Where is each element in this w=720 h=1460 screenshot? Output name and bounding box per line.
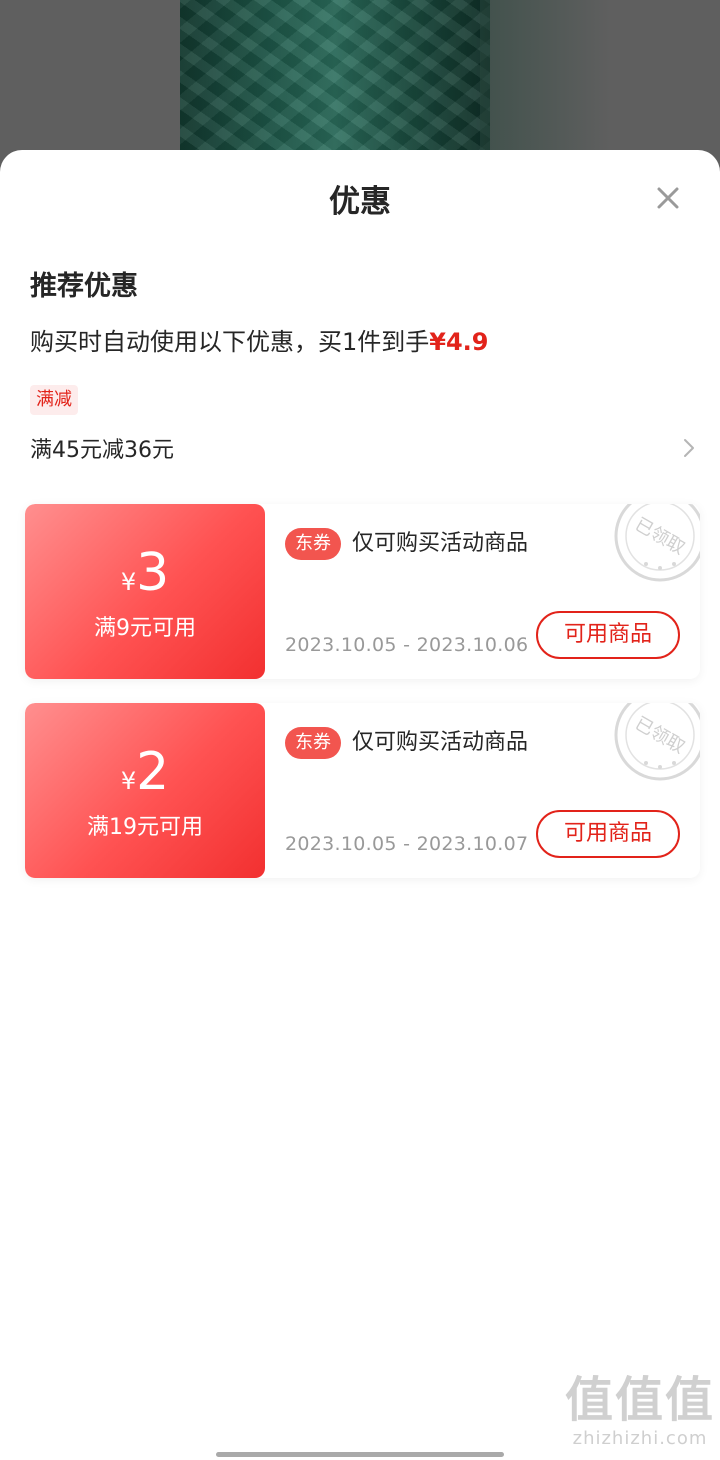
- close-icon: [657, 187, 679, 209]
- chevron-right-icon: [684, 439, 694, 457]
- available-products-button[interactable]: 可用商品: [536, 611, 680, 659]
- site-watermark: 值值值 zhizhizhi.com: [560, 1372, 720, 1449]
- discount-type-tag: 满减: [30, 385, 78, 415]
- coupon-card: ¥2 满19元可用 东券 仅可购买活动商品 2023.10.05 - 2023.…: [25, 703, 700, 878]
- watermark-url: zhizhizhi.com: [572, 1428, 708, 1449]
- coupon-card: ¥3 满9元可用 东券 仅可购买活动商品 2023.10.05 - 2023.1…: [25, 504, 700, 679]
- stamp-text: 已领取: [631, 713, 688, 758]
- available-products-button[interactable]: 可用商品: [536, 810, 680, 858]
- close-button[interactable]: [650, 180, 686, 216]
- summary-text: 购买时自动使用以下优惠，买1件到手: [30, 328, 430, 356]
- coupon-amount-value: 3: [136, 543, 170, 603]
- discount-rule-row[interactable]: 满45元减36元: [30, 428, 696, 468]
- coupon-currency: ¥: [120, 767, 137, 795]
- coupon-description: 仅可购买活动商品: [352, 730, 529, 755]
- sheet-title: 优惠: [329, 184, 391, 220]
- coupon-currency: ¥: [120, 568, 137, 596]
- home-indicator[interactable]: [216, 1452, 504, 1457]
- summary-final-price: ¥4.9: [429, 328, 489, 356]
- coupon-condition: 满19元可用: [87, 815, 203, 840]
- stamp-text: 已领取: [631, 514, 688, 559]
- claimed-stamp-icon: 已领取: [614, 504, 700, 582]
- coupon-type-badge: 东券: [285, 727, 341, 759]
- coupon-amount: ¥2: [25, 741, 265, 803]
- coupon-date-range: 2023.10.05 - 2023.10.07: [285, 833, 529, 855]
- coupon-type-badge: 东券: [285, 528, 341, 560]
- coupon-amount: ¥3: [25, 542, 265, 604]
- coupon-value-panel: ¥2 满19元可用: [25, 703, 265, 878]
- coupon-bottom-sheet: 优惠 推荐优惠 购买时自动使用以下优惠，买1件到手¥4.9 满减 满45元减36…: [0, 150, 720, 1460]
- coupon-condition: 满9元可用: [94, 616, 196, 641]
- coupon-amount-value: 2: [136, 742, 170, 802]
- recommend-section-title: 推荐优惠: [30, 271, 138, 302]
- coupon-description: 仅可购买活动商品: [352, 531, 529, 556]
- coupon-value-panel: ¥3 满9元可用: [25, 504, 265, 679]
- watermark-logo: 值值值: [564, 1372, 715, 1428]
- recommend-summary: 购买时自动使用以下优惠，买1件到手¥4.9: [30, 322, 489, 357]
- claimed-stamp-icon: 已领取: [614, 703, 700, 781]
- coupon-date-range: 2023.10.05 - 2023.10.06: [285, 634, 529, 656]
- discount-rule-text: 满45元减36元: [30, 438, 174, 463]
